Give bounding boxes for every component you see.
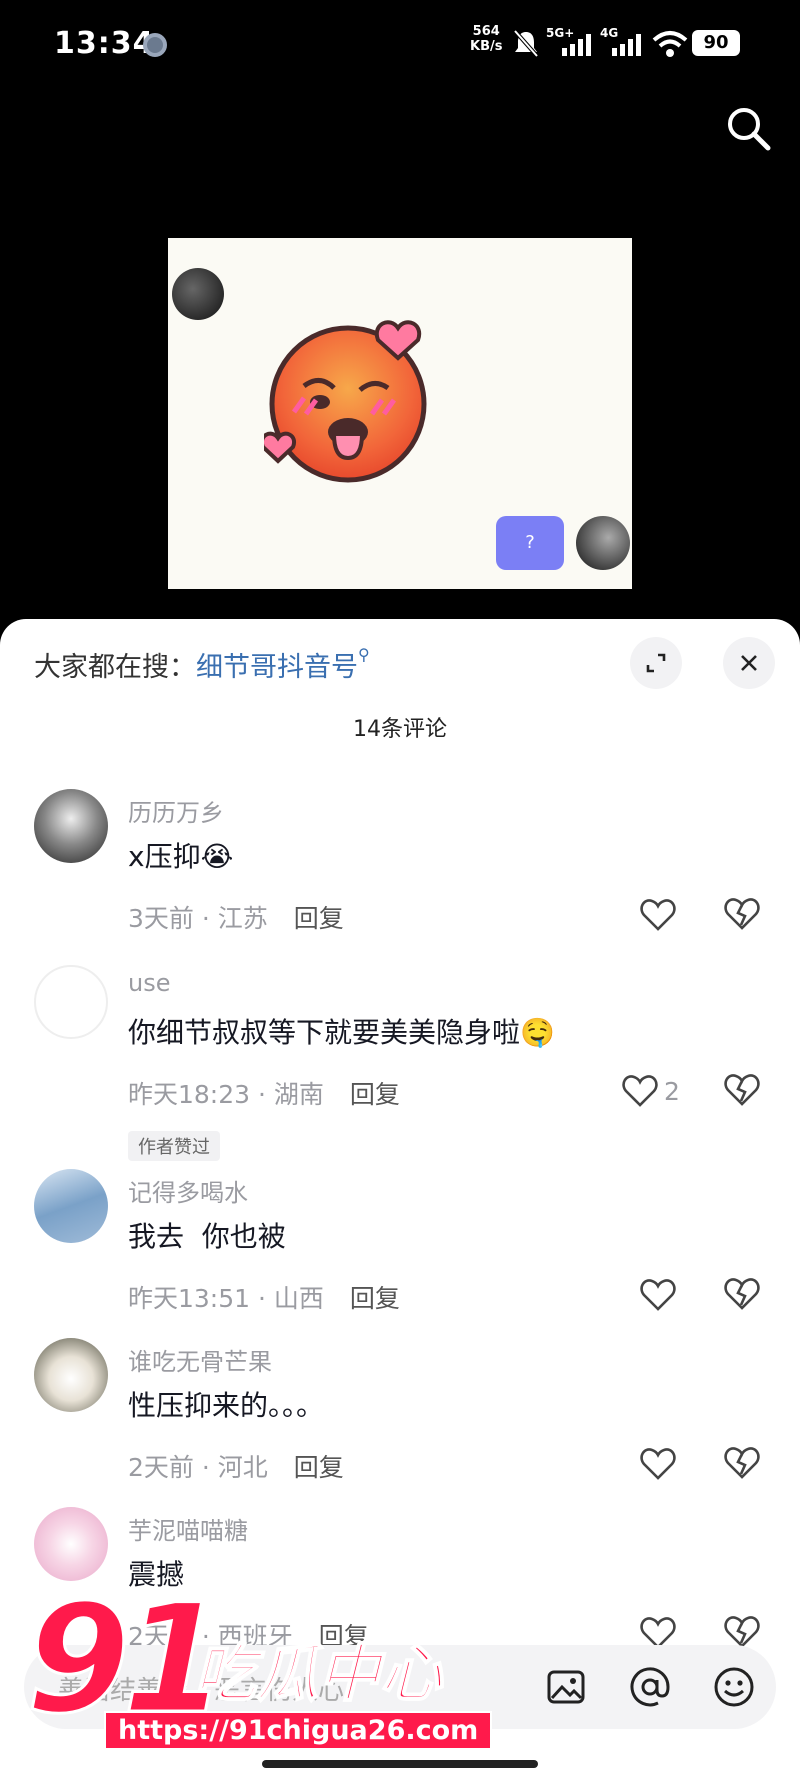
wifi-icon: [652, 31, 688, 57]
video-frame[interactable]: ?: [168, 238, 632, 589]
comment-username[interactable]: use: [128, 969, 170, 997]
watermark-title: 吃瓜中心: [193, 1636, 443, 1711]
comment-username[interactable]: 芋泥喵喵糖: [128, 1511, 248, 1546]
broken-heart-icon[interactable]: [724, 1073, 760, 1107]
search-icon[interactable]: [724, 104, 774, 154]
heart-icon: [640, 1279, 676, 1311]
close-button[interactable]: [723, 637, 775, 689]
comment-meta: 昨天13:51 · 山西 回复: [128, 1284, 400, 1313]
search-suggestion[interactable]: 大家都在搜：细节哥抖音号⚲: [34, 645, 370, 684]
comment-count: 14条评论: [353, 717, 447, 742]
avatar[interactable]: [34, 965, 108, 1039]
broken-heart-icon[interactable]: [724, 897, 760, 931]
search-keyword[interactable]: 细节哥抖音号: [196, 652, 358, 683]
broken-heart-icon[interactable]: [724, 1277, 760, 1311]
comment-meta: 3天前 · 江苏 回复: [128, 904, 344, 933]
heart-icon: [640, 899, 676, 931]
comment-meta: 2天前 · 河北 回复: [128, 1453, 344, 1482]
reply-button[interactable]: 回复: [350, 1284, 400, 1313]
crying-emoji: 😭: [200, 840, 234, 873]
watermark-url: https://91chigua26.com: [104, 1711, 493, 1750]
watermark: 91 吃瓜中心 https://91chigua26.com: [25, 1584, 493, 1755]
avatar: [576, 516, 630, 570]
comment-meta: 昨天18:23 · 湖南 回复: [128, 1080, 400, 1109]
reply-button[interactable]: 回复: [294, 1453, 344, 1482]
comment-text: 你细节叔叔等下就要美美隐身啦🤤: [128, 1016, 555, 1049]
reply-button[interactable]: 回复: [294, 904, 344, 933]
broken-heart-icon[interactable]: [724, 1615, 760, 1649]
like-button[interactable]: [640, 1446, 682, 1482]
comment-username[interactable]: 历历万乡: [128, 793, 224, 828]
broken-heart-icon[interactable]: [724, 1446, 760, 1480]
comment-username[interactable]: 记得多喝水: [128, 1173, 248, 1208]
comment-username[interactable]: 谁吃无骨芒果: [128, 1342, 272, 1377]
status-time: 13:34: [54, 26, 155, 61]
signal-4g-icon: [612, 34, 641, 56]
image-icon[interactable]: [544, 1665, 588, 1709]
reply-button[interactable]: 回复: [350, 1080, 400, 1109]
like-button[interactable]: [640, 1277, 682, 1313]
avatar[interactable]: [34, 1169, 108, 1243]
expand-icon: [646, 653, 666, 673]
status-bar: 13:34 564 KB/s 5G+ 4G 90: [0, 0, 800, 90]
avatar[interactable]: [34, 789, 108, 863]
like-count: 2: [664, 1076, 680, 1106]
expand-button[interactable]: [630, 637, 682, 689]
question-button[interactable]: ?: [496, 516, 564, 570]
avatar[interactable]: [34, 1507, 108, 1581]
comment-text: 我去 你也被: [128, 1220, 286, 1253]
signal-5g-icon: [562, 34, 591, 56]
notification-dot-icon: [143, 33, 167, 57]
bell-off-icon: [513, 29, 539, 58]
mini-search-icon: ⚲: [358, 645, 370, 664]
like-button[interactable]: [640, 897, 682, 933]
net-speed: 564 KB/s: [470, 24, 503, 54]
home-indicator[interactable]: [262, 1760, 538, 1768]
avatar[interactable]: [34, 1338, 108, 1412]
at-icon[interactable]: [628, 1665, 672, 1709]
comment-text: 性压抑来的。。。: [128, 1389, 325, 1422]
heart-icon: [640, 1448, 676, 1480]
drooling-emoji: 🤤: [520, 1016, 555, 1049]
battery-indicator: 90: [692, 30, 740, 56]
heart-icon: [622, 1075, 658, 1107]
emoji-icon[interactable]: [712, 1665, 756, 1709]
avatar: [172, 268, 224, 320]
like-button[interactable]: 2: [622, 1073, 680, 1109]
comment-text: x压抑😭: [128, 840, 234, 873]
author-liked-badge: 作者赞过: [128, 1131, 220, 1161]
close-icon: [741, 655, 757, 671]
blushing-face-sticker: [264, 320, 427, 483]
